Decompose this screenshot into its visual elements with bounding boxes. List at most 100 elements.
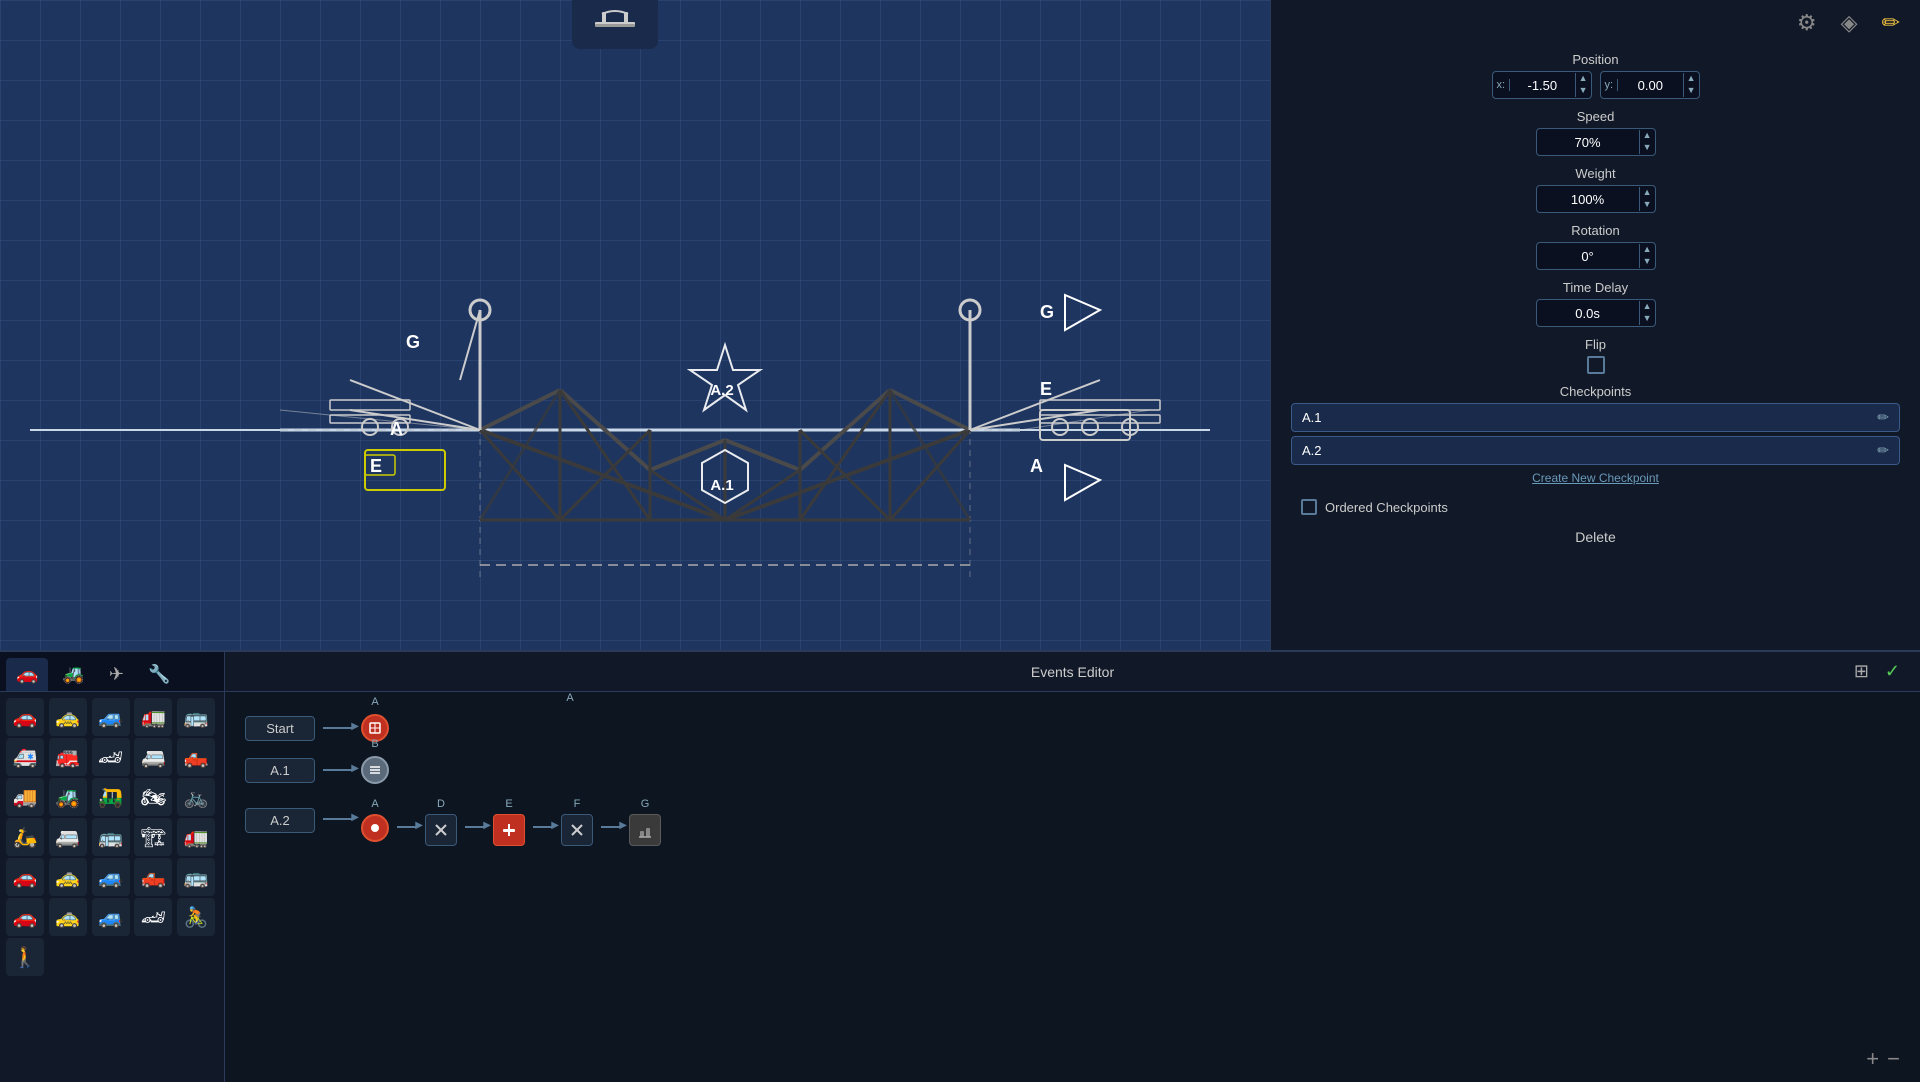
time-delay-arrows[interactable]: ▲ ▼ [1639, 301, 1655, 325]
speed-arrows[interactable]: ▲ ▼ [1639, 130, 1655, 154]
event-node-a2-a[interactable] [361, 814, 389, 842]
vehicle-tab-aircraft[interactable]: ✈ [99, 658, 134, 691]
vehicle-item[interactable]: 🚑 [6, 738, 44, 776]
position-group: Position x: -1.50 ▲ ▼ y: 0.00 ▲ ▼ [1291, 52, 1900, 99]
vehicle-item[interactable]: 🚒 [49, 738, 87, 776]
vehicle-item[interactable]: 🚌 [177, 698, 215, 736]
delete-button[interactable]: Delete [1575, 529, 1615, 545]
vehicle-item[interactable]: 🏍 [134, 778, 172, 816]
node-group-f: F [561, 798, 593, 846]
vehicle-item[interactable]: 🚚 [6, 778, 44, 816]
vehicle-tabs: 🚗 🚜 ✈ 🔧 [0, 652, 224, 692]
vehicle-tab-special[interactable]: 🔧 [138, 658, 180, 691]
position-y-down[interactable]: ▼ [1684, 85, 1699, 97]
speed-group: Speed 70% ▲ ▼ [1291, 109, 1900, 156]
create-checkpoint-button[interactable]: Create New Checkpoint [1532, 471, 1659, 485]
view3d-icon[interactable]: ◈ [1841, 10, 1858, 36]
vehicle-item[interactable]: 🚗 [6, 858, 44, 896]
vehicle-item[interactable]: 🚲 [177, 778, 215, 816]
rotation-down[interactable]: ▼ [1640, 256, 1655, 268]
flip-checkbox[interactable] [1587, 356, 1605, 374]
speed-down[interactable]: ▼ [1640, 142, 1655, 154]
vehicle-item[interactable]: 🚙 [92, 858, 130, 896]
node-group-g: G [629, 798, 661, 846]
event-icon-e[interactable] [493, 814, 525, 846]
flip-group: Flip [1291, 337, 1900, 374]
layout-icon[interactable]: ⊞ [1854, 661, 1869, 682]
vehicle-item[interactable]: 🚙 [92, 898, 130, 936]
events-content: A Start ▶ A A.1 ▶ [225, 692, 1920, 874]
speed-up[interactable]: ▲ [1640, 130, 1655, 142]
checkpoint-list: A.1 ✏ A.2 ✏ [1291, 403, 1900, 465]
vehicle-item[interactable]: 🚛 [134, 698, 172, 736]
speed-value: 70% [1537, 135, 1639, 150]
time-delay-spinbox[interactable]: 0.0s ▲ ▼ [1536, 299, 1656, 327]
checkpoint-a2[interactable]: A.2 ✏ [1291, 436, 1900, 465]
edit-icon[interactable]: ✏ [1882, 10, 1900, 36]
weight-spinbox[interactable]: 100% ▲ ▼ [1536, 185, 1656, 213]
ordered-checkpoints-row: Ordered Checkpoints [1291, 499, 1900, 515]
vehicle-item[interactable]: 🚗 [6, 698, 44, 736]
event-node-a1-gray[interactable] [361, 756, 389, 784]
vehicle-item[interactable]: 🛵 [6, 818, 44, 856]
event-icon-g[interactable] [629, 814, 661, 846]
bridge-icon [590, 4, 640, 40]
checkpoint-a1-edit-icon[interactable]: ✏ [1877, 409, 1889, 426]
vehicle-item[interactable]: 🚌 [92, 818, 130, 856]
time-delay-down[interactable]: ▼ [1640, 313, 1655, 325]
vehicle-item[interactable]: 🚕 [49, 698, 87, 736]
zoom-in-button[interactable]: + [1866, 1046, 1879, 1072]
confirm-icon[interactable]: ✓ [1885, 661, 1900, 682]
vehicle-item[interactable]: 🏗 [134, 818, 172, 856]
vehicle-item[interactable]: 🏎 [134, 898, 172, 936]
zoom-out-button[interactable]: − [1887, 1046, 1900, 1072]
event-icon-d[interactable] [425, 814, 457, 846]
position-y-arrows[interactable]: ▲ ▼ [1683, 73, 1699, 97]
weight-down[interactable]: ▼ [1640, 199, 1655, 211]
col-label-c: A [371, 798, 378, 810]
checkpoint-a1[interactable]: A.1 ✏ [1291, 403, 1900, 432]
vehicle-item[interactable]: 🚐 [49, 818, 87, 856]
events-editor-label: Events Editor [1031, 664, 1114, 680]
weight-arrows[interactable]: ▲ ▼ [1639, 187, 1655, 211]
rotation-arrows[interactable]: ▲ ▼ [1639, 244, 1655, 268]
time-delay-up[interactable]: ▲ [1640, 301, 1655, 313]
speed-spinbox[interactable]: 70% ▲ ▼ [1536, 128, 1656, 156]
vehicle-tab-cars[interactable]: 🚗 [6, 658, 48, 691]
vehicle-item[interactable]: 🚶 [6, 938, 44, 976]
vehicle-item[interactable]: 🚜 [49, 778, 87, 816]
vehicle-item[interactable]: 🛺 [92, 778, 130, 816]
position-x-down[interactable]: ▼ [1576, 85, 1591, 97]
vehicle-item[interactable]: 🚌 [177, 858, 215, 896]
vehicle-item[interactable]: 🚐 [134, 738, 172, 776]
vehicle-item[interactable]: 🚕 [49, 898, 87, 936]
vehicle-item[interactable]: 🚴 [177, 898, 215, 936]
vehicle-tab-construction[interactable]: 🚜 [52, 658, 94, 691]
ordered-checkpoints-checkbox[interactable] [1301, 499, 1317, 515]
events-header: Events Editor ⊞ ✓ [225, 652, 1920, 692]
vehicle-item[interactable]: 🏎 [92, 738, 130, 776]
vehicle-item[interactable]: 🚗 [6, 898, 44, 936]
event-label-start[interactable]: Start [245, 716, 315, 741]
rotation-up[interactable]: ▲ [1640, 244, 1655, 256]
rotation-spinbox[interactable]: 0° ▲ ▼ [1536, 242, 1656, 270]
vehicle-item[interactable]: 🛻 [177, 738, 215, 776]
position-y-up[interactable]: ▲ [1684, 73, 1699, 85]
weight-up[interactable]: ▲ [1640, 187, 1655, 199]
checkpoint-a2-edit-icon[interactable]: ✏ [1877, 442, 1889, 459]
event-label-a1[interactable]: A.1 [245, 758, 315, 783]
vehicle-item[interactable]: 🚙 [92, 698, 130, 736]
vehicle-item[interactable]: 🚛 [177, 818, 215, 856]
ordered-checkpoints-label: Ordered Checkpoints [1325, 500, 1448, 515]
position-x-arrows[interactable]: ▲ ▼ [1575, 73, 1591, 97]
rotation-group: Rotation 0° ▲ ▼ [1291, 223, 1900, 270]
vehicle-item[interactable]: 🛻 [134, 858, 172, 896]
settings-icon[interactable]: ⚙ [1797, 10, 1817, 36]
event-icon-f[interactable] [561, 814, 593, 846]
checkpoint-a1-label: A.1 [1302, 410, 1322, 425]
position-x-spinbox[interactable]: x: -1.50 ▲ ▼ [1492, 71, 1592, 99]
vehicle-item[interactable]: 🚕 [49, 858, 87, 896]
position-y-spinbox[interactable]: y: 0.00 ▲ ▼ [1600, 71, 1700, 99]
position-x-up[interactable]: ▲ [1576, 73, 1591, 85]
event-label-a2[interactable]: A.2 [245, 808, 315, 833]
